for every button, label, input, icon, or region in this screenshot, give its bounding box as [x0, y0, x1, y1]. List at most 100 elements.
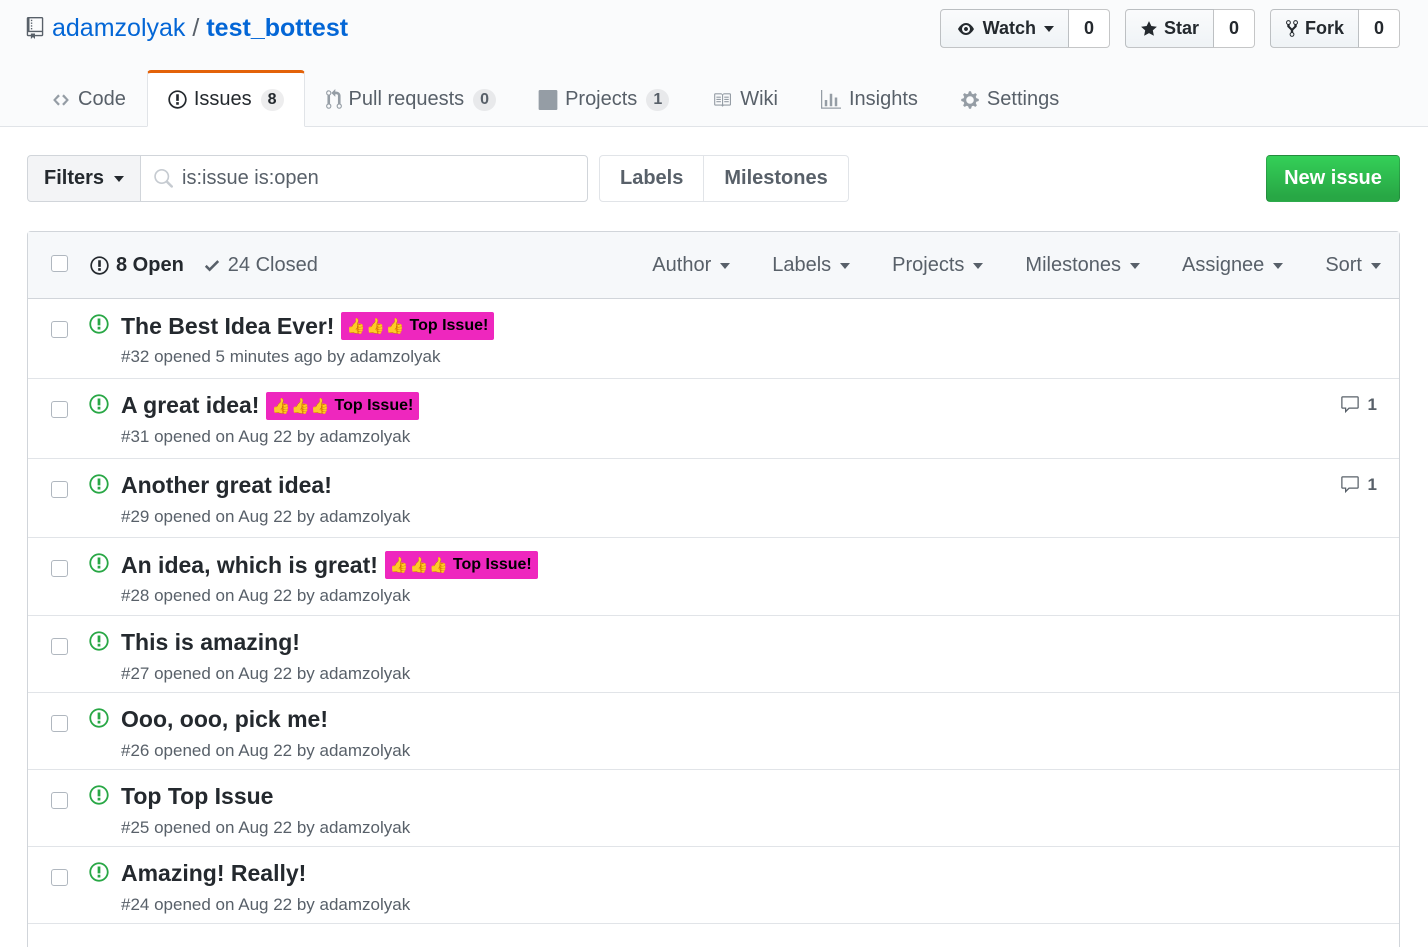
- issue-title-link[interactable]: Top Top Issue: [121, 783, 273, 810]
- issue-title-link[interactable]: An idea, which is great!: [121, 552, 378, 579]
- issue-checkbox[interactable]: [51, 321, 68, 338]
- tab-issues[interactable]: Issues 8: [146, 70, 305, 127]
- watch-label: Watch: [982, 18, 1036, 38]
- issue-row[interactable]: A great idea! 👍👍👍 Top Issue! #31 opened o…: [28, 379, 1399, 459]
- milestones-link[interactable]: Milestones: [704, 155, 849, 202]
- fork-count[interactable]: 0: [1359, 9, 1400, 48]
- author-filter[interactable]: Author: [652, 254, 731, 277]
- search-input[interactable]: [182, 167, 562, 190]
- tab-settings-label: Settings: [986, 88, 1060, 110]
- sort-filter-label: Sort: [1325, 254, 1362, 276]
- tab-issues-label: Issues: [193, 88, 252, 110]
- issue-row[interactable]: This is amazing! #27 opened on Aug 22 by…: [28, 616, 1399, 693]
- new-issue-button[interactable]: New issue: [1266, 155, 1400, 202]
- thumbs-up-icon: 👍👍👍: [389, 557, 449, 575]
- graph-icon: [820, 89, 841, 109]
- repo-title: adamzolyak / test_bottest: [26, 12, 348, 44]
- assignee-filter[interactable]: Assignee: [1182, 254, 1284, 277]
- issues-list-header: 8 Open 24 Closed Author Labels Projects …: [28, 232, 1399, 299]
- issue-row[interactable]: Another great idea! #29 opened on Aug 22…: [28, 459, 1399, 539]
- issue-opened-icon: [89, 862, 109, 882]
- issue-checkbox[interactable]: [51, 637, 68, 655]
- issue-checkbox[interactable]: [51, 560, 68, 578]
- filter-menus: Author Labels Projects Milestones Assign…: [652, 232, 1381, 299]
- issue-title-link[interactable]: Another great idea!: [121, 472, 332, 499]
- tab-insights[interactable]: Insights: [799, 70, 939, 127]
- thumbs-up-icon: 👍👍👍: [346, 318, 406, 335]
- issue-row[interactable]: Amazing! Really! #24 opened on Aug 22 by…: [28, 847, 1399, 925]
- issue-opened-icon: [89, 630, 109, 651]
- star-label: Star: [1163, 18, 1199, 38]
- fork-button[interactable]: Fork: [1269, 9, 1359, 48]
- watch-count[interactable]: 0: [1068, 9, 1110, 48]
- issues-count-badge: 8: [260, 88, 284, 111]
- comments-link[interactable]: 1: [1339, 475, 1377, 495]
- issue-meta: #28 opened on Aug 22 by adamzolyak: [121, 586, 411, 606]
- milestones-filter[interactable]: Milestones: [1025, 254, 1141, 277]
- tab-code[interactable]: Code: [30, 70, 147, 127]
- issue-title-line: Amazing! Really!: [121, 860, 306, 887]
- chevron-down-icon: [1273, 262, 1284, 269]
- top-issue-label-text: Top Issue!: [452, 556, 532, 574]
- issue-title-line: Top Top Issue: [121, 783, 273, 810]
- watch-button[interactable]: Watch: [939, 9, 1069, 48]
- issue-search: [140, 155, 588, 202]
- star-count[interactable]: 0: [1213, 9, 1255, 48]
- pagehead-actions: Watch 0 Star 0 Fork 0: [939, 9, 1400, 48]
- chevron-down-icon: [1043, 25, 1054, 32]
- issue-opened-icon: [90, 256, 109, 275]
- comment-count: 1: [1367, 474, 1377, 494]
- issue-opened-icon: [89, 553, 109, 574]
- issue-checkbox[interactable]: [51, 480, 68, 498]
- top-issue-label[interactable]: 👍👍👍 Top Issue!: [266, 391, 420, 420]
- issue-title-link[interactable]: This is amazing!: [121, 629, 300, 656]
- issue-title-line: An idea, which is great! 👍👍👍 Top Issue!: [121, 551, 538, 580]
- issue-checkbox[interactable]: [51, 869, 68, 887]
- issue-title-line: A great idea! 👍👍👍 Top Issue!: [121, 391, 420, 420]
- tab-pull-requests[interactable]: Pull requests 0: [305, 70, 518, 127]
- filters-button[interactable]: Filters: [27, 155, 141, 202]
- labels-link[interactable]: Labels: [599, 155, 705, 202]
- sort-filter[interactable]: Sort: [1325, 254, 1381, 277]
- book-icon: [714, 92, 732, 107]
- issue-row[interactable]: The Best Idea Ever! 👍👍👍 Top Issue! #32 op…: [28, 299, 1399, 379]
- labels-milestones-group: Labels Milestones: [599, 155, 849, 202]
- repo-name-link[interactable]: test_bottest: [206, 14, 348, 43]
- issue-row[interactable]: Ooo, ooo, pick me! #26 opened on Aug 22 …: [28, 693, 1399, 770]
- comments-link[interactable]: 1: [1339, 395, 1377, 415]
- top-issue-label[interactable]: 👍👍👍 Top Issue!: [341, 312, 495, 340]
- top-issue-label-text: Top Issue!: [334, 396, 414, 414]
- issue-row[interactable]: An idea, which is great! 👍👍👍 Top Issue! #…: [28, 538, 1399, 616]
- star-icon: [1141, 20, 1157, 36]
- gear-icon: [961, 90, 979, 109]
- labels-filter[interactable]: Labels: [772, 254, 851, 277]
- issue-opened-icon: [89, 314, 109, 334]
- projects-filter[interactable]: Projects: [892, 254, 984, 277]
- author-filter-label: Author: [652, 254, 712, 276]
- issue-row[interactable]: Top Top Issue #25 opened on Aug 22 by ad…: [28, 770, 1399, 848]
- issue-title-link[interactable]: The Best Idea Ever!: [121, 313, 334, 340]
- tab-settings[interactable]: Settings: [939, 70, 1080, 127]
- issue-title-link[interactable]: Ooo, ooo, pick me!: [121, 706, 328, 733]
- tab-projects[interactable]: Projects 1: [517, 70, 690, 127]
- chevron-down-icon: [720, 262, 731, 269]
- issue-checkbox[interactable]: [51, 400, 68, 418]
- issue-checkbox[interactable]: [51, 791, 68, 809]
- issue-title-line: The Best Idea Ever! 👍👍👍 Top Issue!: [121, 312, 495, 340]
- repo-owner-link[interactable]: adamzolyak: [52, 14, 185, 43]
- chevron-down-icon: [114, 175, 125, 182]
- comment-icon: [1340, 475, 1359, 493]
- open-issues-link[interactable]: 8 Open: [90, 254, 184, 277]
- issue-title-link[interactable]: Amazing! Really!: [121, 860, 306, 887]
- issue-opened-icon: [89, 473, 109, 494]
- issue-title-link[interactable]: A great idea!: [121, 392, 259, 419]
- closed-issues-link[interactable]: 24 Closed: [203, 254, 318, 277]
- filters-label: Filters: [43, 167, 105, 189]
- project-icon: [538, 89, 558, 110]
- tab-wiki[interactable]: Wiki: [690, 70, 799, 127]
- top-issue-label[interactable]: 👍👍👍 Top Issue!: [384, 551, 538, 580]
- eye-icon: [957, 22, 974, 35]
- star-button[interactable]: Star: [1124, 9, 1214, 48]
- select-all-checkbox[interactable]: [51, 255, 68, 272]
- issue-checkbox[interactable]: [51, 714, 68, 732]
